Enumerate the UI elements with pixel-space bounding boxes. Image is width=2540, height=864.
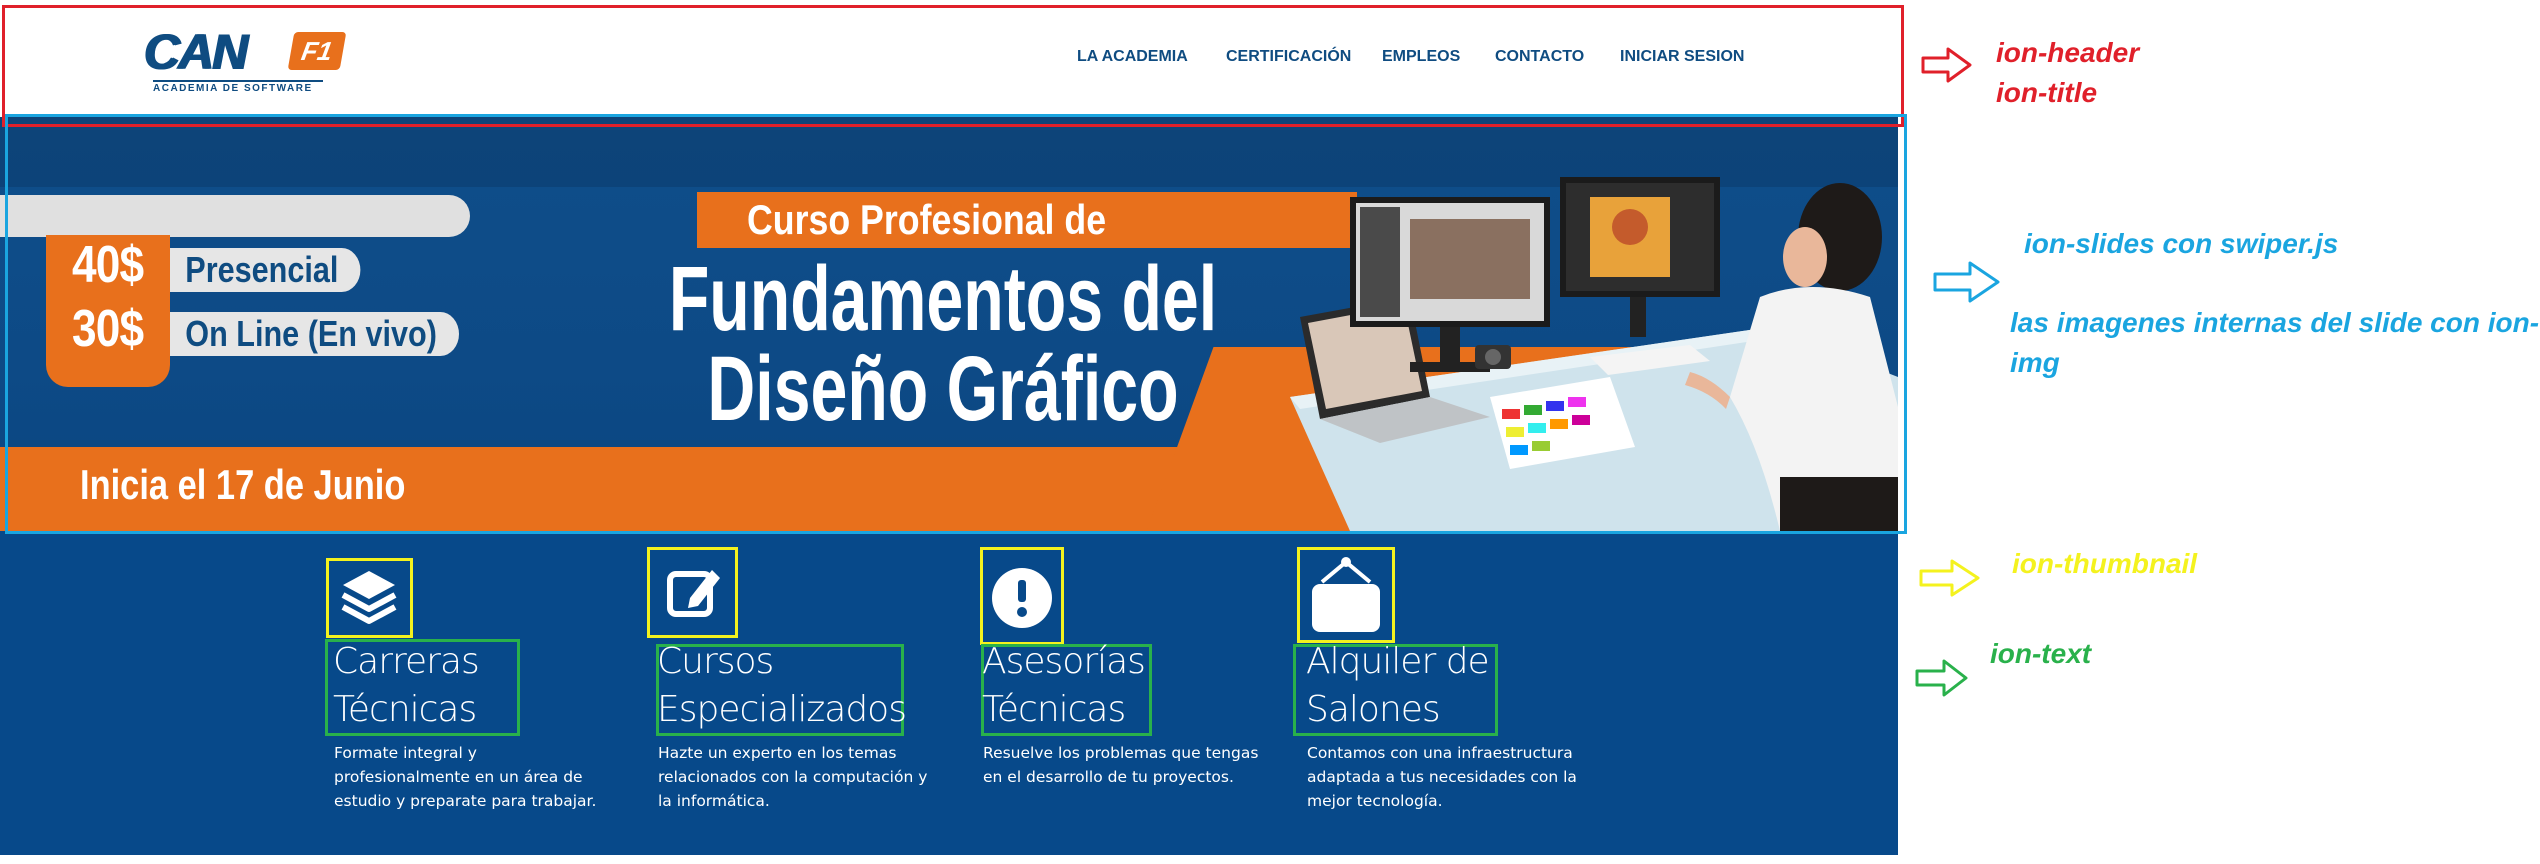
workstation-illustration <box>1290 177 1898 531</box>
feature-title-asesorias-1: Asesorías <box>982 641 1146 682</box>
annotation-ion-slides: ion-slides con swiper.js <box>2024 228 2339 259</box>
hero-slide[interactable]: 40$ Presencial 30$ On Line (En vivo) Cur… <box>0 117 1898 531</box>
price-online: 30$ <box>72 300 144 358</box>
logo-wordmark: CAN <box>143 24 247 80</box>
sign-icon <box>1312 557 1380 632</box>
start-date: Inicia el 17 de Junio <box>80 461 406 508</box>
nav-link-contacto[interactable]: CONTACTO <box>1495 48 1584 66</box>
thumbnail-asesorias <box>980 547 1064 645</box>
annotation-ion-title: ion-title <box>1996 77 2098 108</box>
feature-desc-carreras: Formate integral y profesionalmente en u… <box>334 744 597 810</box>
mode-presencial: Presencial <box>170 248 361 292</box>
logo[interactable]: CAN F1 ACADEMIA DE SOFTWARE <box>143 24 347 94</box>
nav-link-academia[interactable]: LA ACADEMIA <box>1077 48 1188 66</box>
alert-icon <box>992 568 1052 628</box>
nav-link-empleos[interactable]: EMPLEOS <box>1382 48 1460 66</box>
thumbnail-arrow-icon <box>1919 559 1980 597</box>
nav-link-iniciar-sesion[interactable]: INICIAR SESION <box>1620 48 1744 66</box>
logo-subtitle: ACADEMIA DE SOFTWARE <box>153 80 323 94</box>
feature-title-cursos-2: Especializados <box>657 689 907 730</box>
thumbnail-carreras <box>326 558 413 638</box>
slides-arrow-icon <box>1933 261 2000 303</box>
feature-title-alquiler-2: Salones <box>1306 689 1441 730</box>
feature-title-asesorias-2: Técnicas <box>982 689 1126 730</box>
text-arrow-icon <box>1915 659 1968 697</box>
website-mock: CAN F1 ACADEMIA DE SOFTWARE LA ACADEMIA … <box>0 0 1898 855</box>
feature-desc-asesorias: Resuelve los problemas que tengas en el … <box>983 744 1259 786</box>
site-header: CAN F1 ACADEMIA DE SOFTWARE LA ACADEMIA … <box>0 0 1898 124</box>
feature-title-cursos-1: Cursos <box>657 641 774 682</box>
annotation-ion-header: ion-header <box>1996 37 2140 68</box>
course-title-line1: Fundamentos del <box>668 248 1218 350</box>
thumbnail-alquiler <box>1297 547 1395 643</box>
header-arrow-icon <box>1921 47 1972 83</box>
course-tag: Curso Profesional de <box>697 192 1357 248</box>
feature-desc-cursos: Hazte un experto en los temas relacionad… <box>658 744 928 810</box>
thumbnail-cursos <box>647 547 738 638</box>
annotation-ion-text: ion-text <box>1990 638 2092 669</box>
features-section: Carreras Técnicas Formate integral y pro… <box>0 531 1898 855</box>
nav-link-certificacion[interactable]: CERTIFICACIÓN <box>1226 48 1351 66</box>
feature-desc-alquiler: Contamos con una infraestructura adaptad… <box>1307 744 1577 810</box>
slide-gray-bar <box>0 195 470 237</box>
course-tag-text: Curso Profesional de <box>747 196 1107 243</box>
feature-title-alquiler-1: Alquiler de <box>1306 641 1490 682</box>
feature-title-carreras-1: Carreras <box>333 641 480 682</box>
layers-icon <box>341 571 397 624</box>
annotation-ion-img-2: img <box>2010 347 2060 378</box>
price-presencial: 40$ <box>72 236 144 294</box>
annotation-ion-thumbnail: ion-thumbnail <box>2012 548 2198 579</box>
mode-online: On Line (En vivo) <box>170 312 460 356</box>
annotation-ion-img-1: las imagenes internas del slide con ion- <box>2010 307 2540 338</box>
course-title-line2: Diseño Gráfico <box>707 338 1179 440</box>
feature-title-carreras-2: Técnicas <box>333 689 477 730</box>
logo-badge: F1 <box>287 32 347 70</box>
edit-icon <box>667 570 720 617</box>
